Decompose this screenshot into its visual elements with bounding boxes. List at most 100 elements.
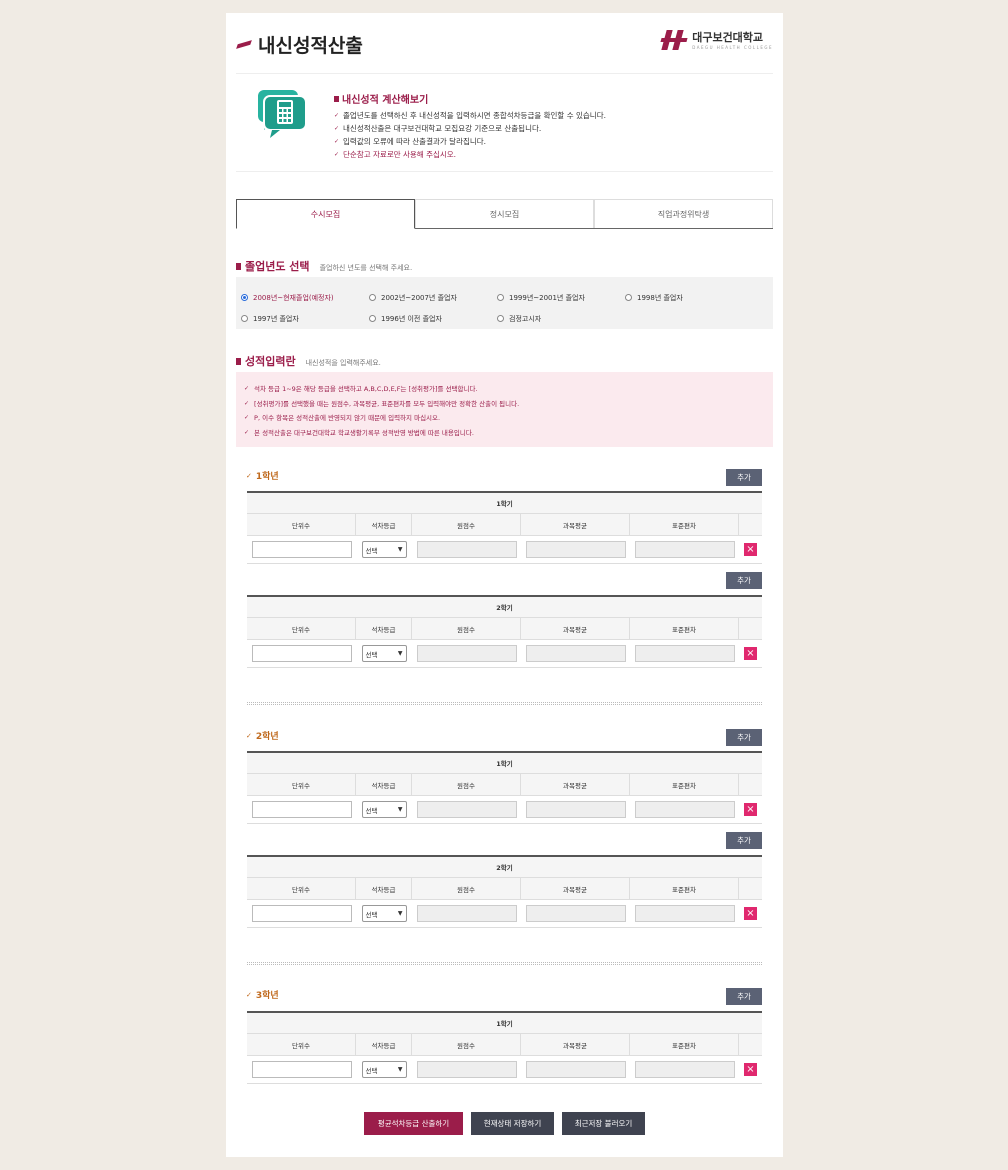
std-dev-input[interactable]	[634, 801, 735, 818]
rank-grade-select[interactable]: 선택 ▼	[361, 801, 407, 818]
tab-vocational[interactable]: 직업과정위탁생	[594, 199, 773, 228]
delete-row-icon[interactable]: ×	[744, 1063, 757, 1076]
column-headers: 단위수 석차등급 원점수 과목평균 표준편차	[247, 774, 762, 796]
table-row: 선택 ▼ ×	[247, 1056, 762, 1084]
std-dev-input[interactable]	[634, 541, 735, 558]
grad-option-1999-2001[interactable]: 1999년~2001년 졸업자	[497, 293, 625, 303]
intro-line: 입력값의 오류에 따라 산출결과가 달라집니다.	[334, 135, 606, 148]
page-title: 내신성적산출	[258, 35, 363, 57]
delete-row-icon[interactable]: ×	[744, 907, 757, 920]
raw-score-input[interactable]	[416, 801, 517, 818]
subject-avg-input[interactable]	[525, 801, 626, 818]
grad-option-ged[interactable]: 검정고시자	[497, 314, 625, 324]
units-input[interactable]	[251, 905, 352, 922]
units-input[interactable]	[251, 1061, 352, 1078]
semester-title: 2학기	[247, 597, 762, 618]
semester-title: 1학기	[247, 493, 762, 514]
rank-grade-select[interactable]: 선택 ▼	[361, 1061, 407, 1078]
calculate-button[interactable]: 평균석차등급 산출하기	[364, 1112, 463, 1135]
subject-avg-input[interactable]	[525, 541, 626, 558]
rank-grade-select[interactable]: 선택 ▼	[361, 905, 407, 922]
add-button-y1s1[interactable]: 추가	[726, 469, 762, 486]
col-rank-grade: 석차등급	[356, 618, 412, 639]
semester-table-y2s1: 1학기 단위수 석차등급 원점수 과목평균 표준편차 선택 ▼ ×	[247, 751, 762, 824]
intro-line: 내신성적산출은 대구보건대학교 모집요강 기준으로 산출됩니다.	[334, 122, 606, 135]
bottom-actions: 평균석차등급 산출하기 현재상태 저장하기 최근저장 불러오기	[226, 1112, 783, 1135]
college-logo[interactable]: 대구보건대학교 DAEGU HEALTH COLLEGE	[660, 29, 773, 50]
logo-mark-icon	[660, 29, 688, 50]
units-input[interactable]	[251, 801, 352, 818]
table-row: 선택 ▼ ×	[247, 640, 762, 668]
semester-title: 2학기	[247, 857, 762, 878]
column-headers: 단위수 석차등급 원점수 과목평균 표준편차	[247, 618, 762, 640]
units-input[interactable]	[251, 645, 352, 662]
subject-avg-input[interactable]	[525, 905, 626, 922]
col-units: 단위수	[247, 774, 356, 795]
grad-option-2008-present[interactable]: 2008년~현재졸업(예정자)	[241, 293, 369, 303]
col-rank-grade: 석차등급	[356, 774, 412, 795]
graduation-desc: 졸업하신 년도를 선택해 주세요.	[319, 263, 413, 272]
raw-score-input[interactable]	[416, 541, 517, 558]
col-std-dev: 표준편차	[630, 774, 739, 795]
radio-icon	[625, 294, 632, 301]
intro-line-warning: 단순참고 자료로만 사용해 주십시오.	[334, 148, 606, 161]
table-row: 선택 ▼ ×	[247, 536, 762, 564]
std-dev-input[interactable]	[634, 645, 735, 662]
grades-section-header: 성적입력란 내신성적을 입력해주세요.	[236, 353, 381, 369]
col-subject-avg: 과목평균	[521, 774, 630, 795]
add-button-y2s2[interactable]: 추가	[726, 832, 762, 849]
col-raw-score: 원점수	[412, 878, 521, 899]
col-rank-grade: 석차등급	[356, 514, 412, 535]
radio-icon	[369, 294, 376, 301]
year-2-heading: 2학년	[246, 729, 279, 742]
grad-option-2002-2007[interactable]: 2002년~2007년 졸업자	[369, 293, 497, 303]
radio-icon	[497, 294, 504, 301]
graduation-options: 2008년~현재졸업(예정자) 2002년~2007년 졸업자 1999년~20…	[236, 277, 773, 329]
column-headers: 단위수 석차등급 원점수 과목평균 표준편차	[247, 878, 762, 900]
grad-option-1998[interactable]: 1998년 졸업자	[625, 293, 753, 303]
semester-title: 1학기	[247, 1013, 762, 1034]
col-subject-avg: 과목평균	[521, 1034, 630, 1055]
radio-icon	[241, 315, 248, 322]
delete-row-icon[interactable]: ×	[744, 543, 757, 556]
grad-option-1997[interactable]: 1997년 졸업자	[241, 314, 369, 324]
chevron-down-icon: ▼	[397, 650, 403, 657]
notice-line: 본 성적산출은 대구보건대학교 학교생활기록부 성적반영 방법에 따른 내용입니…	[244, 426, 765, 441]
chevron-down-icon: ▼	[397, 806, 403, 813]
raw-score-input[interactable]	[416, 1061, 517, 1078]
logo-name: 대구보건대학교	[692, 31, 764, 44]
rank-grade-select[interactable]: 선택 ▼	[361, 645, 407, 662]
delete-row-icon[interactable]: ×	[744, 803, 757, 816]
tab-early-admission[interactable]: 수시모집	[236, 199, 415, 229]
col-std-dev: 표준편차	[630, 1034, 739, 1055]
subject-avg-input[interactable]	[525, 1061, 626, 1078]
tab-regular-admission[interactable]: 정시모집	[415, 199, 594, 228]
intro-title: 내신성적 계산해보기	[334, 91, 606, 106]
col-std-dev: 표준편차	[630, 618, 739, 639]
chevron-down-icon: ▼	[397, 1066, 403, 1073]
col-std-dev: 표준편차	[630, 878, 739, 899]
std-dev-input[interactable]	[634, 905, 735, 922]
subject-avg-input[interactable]	[525, 645, 626, 662]
semester-table-y3s1: 1학기 단위수 석차등급 원점수 과목평균 표준편차 선택 ▼ ×	[247, 1011, 762, 1084]
page-header: 내신성적산출 대구보건대학교 DAEGU HEALTH COLLEGE	[236, 13, 773, 74]
std-dev-input[interactable]	[634, 1061, 735, 1078]
load-saved-button[interactable]: 최근저장 불러오기	[562, 1112, 645, 1135]
units-input[interactable]	[251, 541, 352, 558]
save-state-button[interactable]: 현재상태 저장하기	[471, 1112, 554, 1135]
semester-table-y1s1: 1학기 단위수 석차등급 원점수 과목평균 표준편차 선택 ▼ ×	[247, 491, 762, 564]
intro-line: 졸업년도를 선택하신 후 내신성적을 입력하시면 종합석차등급을 확인할 수 있…	[334, 109, 606, 122]
col-raw-score: 원점수	[412, 774, 521, 795]
logo-text: 대구보건대학교 DAEGU HEALTH COLLEGE	[692, 29, 773, 50]
grad-option-before-1996[interactable]: 1996년 이전 졸업자	[369, 314, 497, 324]
add-button-y1s2[interactable]: 추가	[726, 572, 762, 589]
semester-table-y1s2: 2학기 단위수 석차등급 원점수 과목평균 표준편차 선택 ▼ ×	[247, 595, 762, 668]
col-rank-grade: 석차등급	[356, 1034, 412, 1055]
add-button-y2s1[interactable]: 추가	[726, 729, 762, 746]
add-button-y3s1[interactable]: 추가	[726, 988, 762, 1005]
raw-score-input[interactable]	[416, 645, 517, 662]
raw-score-input[interactable]	[416, 905, 517, 922]
col-raw-score: 원점수	[412, 618, 521, 639]
rank-grade-select[interactable]: 선택 ▼	[361, 541, 407, 558]
delete-row-icon[interactable]: ×	[744, 647, 757, 660]
